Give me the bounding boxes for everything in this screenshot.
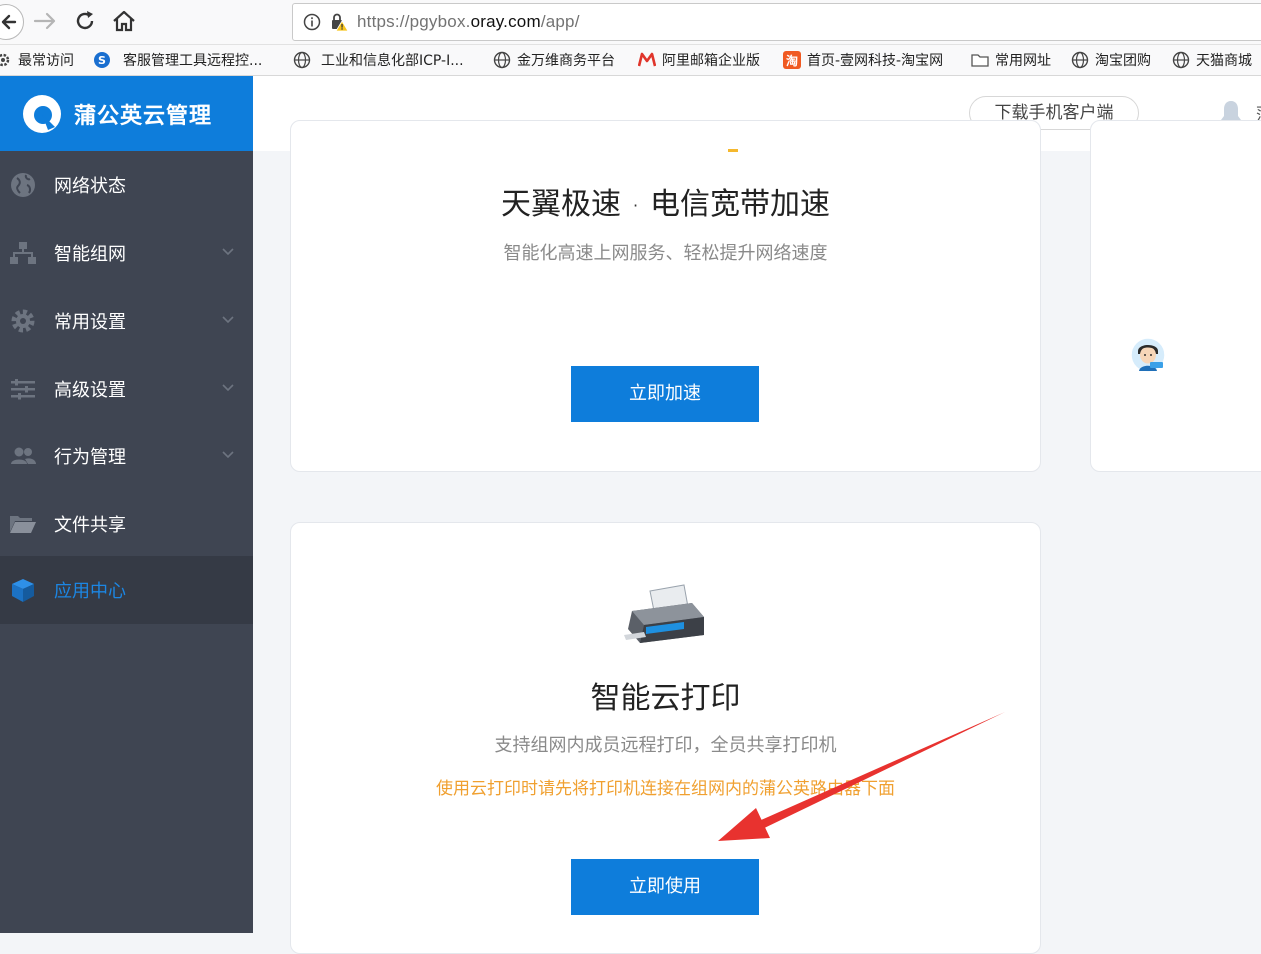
card-image-partial: [728, 149, 738, 152]
url-path: /app/: [540, 12, 580, 31]
globe-icon: [1071, 51, 1089, 69]
sidebar-item-network-status[interactable]: 网络状态: [0, 151, 253, 219]
sidebar-item-label: 文件共享: [54, 515, 126, 536]
dandelion-logo-icon: [23, 94, 61, 133]
chevron-down-icon: [222, 451, 234, 459]
accelerate-now-button[interactable]: 立即加速: [571, 366, 759, 422]
sidebar-item-label: 高级设置: [54, 380, 126, 401]
home-button[interactable]: [109, 6, 139, 36]
network-icon: [10, 242, 36, 264]
bookmark-label: 首页-壹网科技-淘宝网: [807, 53, 944, 69]
annotation-arrow-icon: [718, 712, 1005, 841]
card-description: 智能化高速上网服务、轻松提升网络速度: [503, 243, 828, 264]
support-agent-avatar-icon[interactable]: [1130, 337, 1166, 373]
bookmark-tmall[interactable]: 天猫商城: [1172, 51, 1252, 69]
card-title-part2: 电信宽带加速: [650, 187, 831, 222]
back-button[interactable]: [0, 4, 24, 40]
sidebar: 网络状态 智能组网 常用设置 高级设置 行为管理 文件共享 应用中心: [0, 151, 253, 933]
taobao-icon: 淘: [783, 51, 801, 69]
bookmark-label: 金万维商务平台: [517, 53, 615, 69]
globe-icon: [1172, 51, 1190, 69]
mail-m-icon: [638, 52, 656, 67]
card-title-part1: 天翼极速: [500, 187, 621, 222]
url-bar[interactable]: https://pgybox.oray.com/app/: [292, 3, 1261, 41]
bookmark-common-sites[interactable]: 常用网址: [971, 51, 1051, 69]
url-domain: oray.com: [470, 12, 541, 31]
svg-text:S: S: [98, 54, 106, 67]
sidebar-item-file-sharing[interactable]: 文件共享: [0, 490, 253, 558]
svg-text:淘: 淘: [786, 53, 798, 68]
bookmark-aliyun-mail[interactable]: 阿里邮箱企业版: [638, 51, 760, 69]
sidebar-item-label: 应用中心: [54, 581, 126, 602]
folder-open-icon: [10, 516, 36, 533]
gear-icon: [0, 53, 10, 67]
bookmark-jinwanwei[interactable]: 金万维商务平台: [493, 51, 615, 69]
bookmark-label: 客服管理工具远程控...: [123, 53, 263, 69]
cube-icon: [12, 579, 34, 602]
card-title-separator: ·: [632, 196, 639, 215]
forward-button[interactable]: [30, 6, 60, 36]
bookmark-most-visited[interactable]: 最常访问: [0, 51, 74, 69]
bookmark-taobao-group[interactable]: 淘宝团购: [1071, 51, 1151, 69]
home-icon: [113, 10, 135, 32]
forward-arrow-icon: [33, 12, 56, 30]
chevron-down-icon: [222, 248, 234, 256]
globe-icon: [493, 51, 511, 69]
use-now-button[interactable]: 立即使用: [571, 859, 759, 915]
chevron-down-icon: [222, 384, 234, 392]
app-card-partial: [1090, 120, 1261, 472]
bookmark-taobao-shop[interactable]: 淘 首页-壹网科技-淘宝网: [783, 51, 943, 69]
app-card-telecom-accelerate: 天翼极速 · 电信宽带加速 智能化高速上网服务、轻松提升网络速度 立即加速: [290, 120, 1041, 472]
sidebar-item-label: 智能组网: [54, 244, 126, 265]
bookmark-label: 阿里邮箱企业版: [662, 53, 760, 69]
support-icon: S: [94, 52, 110, 68]
sidebar-item-label: 常用设置: [54, 312, 126, 333]
bookmarks-bar: 最常访问 S 客服管理工具远程控... 工业和信息化部ICP-I... 金万维商…: [0, 45, 1261, 76]
sidebar-item-label: 行为管理: [54, 447, 126, 468]
reload-button[interactable]: [70, 6, 100, 36]
bookmark-label: 最常访问: [18, 53, 74, 69]
url-prefix: https://pgybox.: [357, 12, 471, 31]
bookmark-icp[interactable]: 工业和信息化部ICP-I...: [293, 51, 464, 69]
card-title: 天翼极速 · 电信宽带加速: [291, 179, 1040, 223]
reload-icon: [76, 11, 94, 30]
folder-icon: [971, 54, 989, 67]
sidebar-item-app-center[interactable]: 应用中心: [0, 556, 253, 624]
globe-icon: [11, 173, 35, 197]
sliders-icon: [11, 379, 35, 400]
bookmark-label: 常用网址: [995, 53, 1051, 69]
bookmark-label: 工业和信息化部ICP-I...: [321, 53, 464, 69]
insecure-lock-icon[interactable]: [329, 12, 349, 32]
brand-name: 蒲公英云管理: [74, 103, 213, 129]
sidebar-item-label: 网络状态: [54, 176, 126, 197]
bookmark-support-tool[interactable]: S 客服管理工具远程控...: [93, 51, 262, 69]
globe-icon: [293, 51, 311, 69]
printer-icon: [624, 584, 704, 643]
sidebar-item-common-settings[interactable]: 常用设置: [0, 287, 253, 355]
sidebar-item-smart-network[interactable]: 智能组网: [0, 219, 253, 287]
sidebar-item-behavior-management[interactable]: 行为管理: [0, 422, 253, 490]
browser-navbar: https://pgybox.oray.com/app/: [0, 0, 1261, 45]
back-arrow-icon: [1, 14, 17, 30]
info-icon[interactable]: [303, 13, 321, 31]
users-icon: [11, 447, 36, 464]
bookmark-label: 天猫商城: [1196, 53, 1252, 69]
url-text[interactable]: https://pgybox.oray.com/app/: [357, 12, 580, 32]
sidebar-item-advanced-settings[interactable]: 高级设置: [0, 355, 253, 423]
brand[interactable]: 蒲公英云管理: [0, 76, 253, 151]
chevron-down-icon: [222, 316, 234, 324]
gear-icon: [11, 309, 35, 333]
bookmark-label: 淘宝团购: [1095, 53, 1151, 69]
